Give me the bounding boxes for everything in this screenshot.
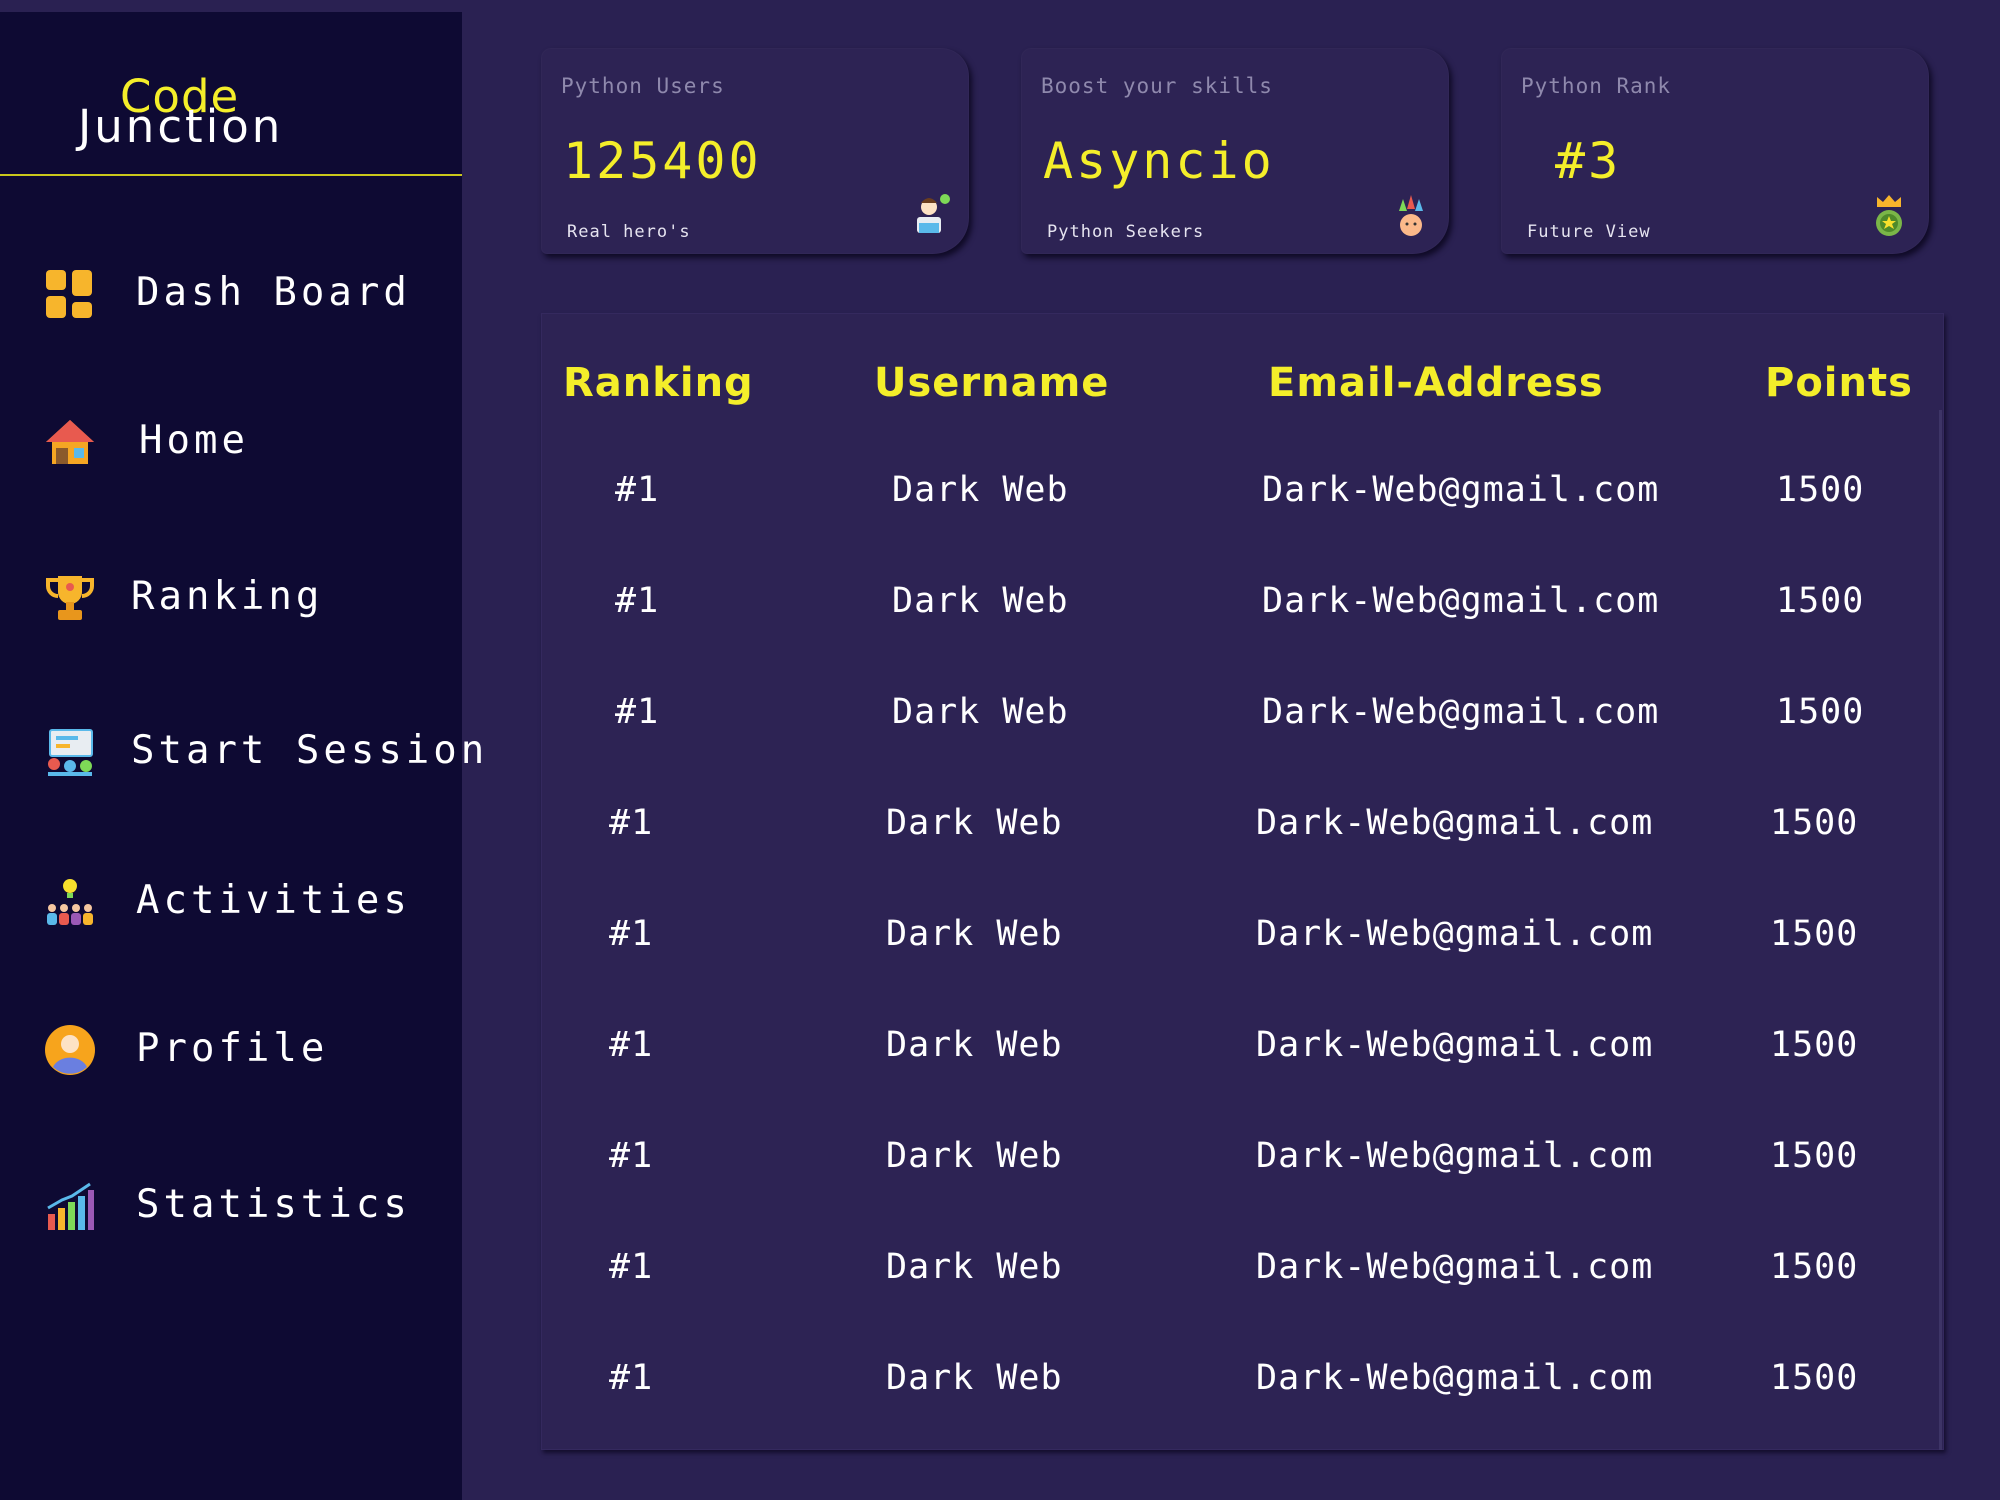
stat-card-boost-skills[interactable]: Boost your skills Asyncio Python Seekers bbox=[1021, 48, 1449, 254]
app-root: Code Junction Dash Board Home Ranking St… bbox=[0, 0, 2000, 1500]
cell-rank: #1 bbox=[615, 581, 660, 621]
card-title: Python Users bbox=[561, 74, 725, 98]
table-row[interactable]: #1 Dark Web Dark-Web@gmail.com 1500 bbox=[0, 1136, 2000, 1196]
stat-card-python-users[interactable]: Python Users 125400 Real hero's bbox=[541, 48, 969, 254]
table-row[interactable]: #1 Dark Web Dark-Web@gmail.com 1500 bbox=[0, 470, 2000, 530]
cell-username: Dark Web bbox=[886, 1247, 1063, 1287]
card-title: Python Rank bbox=[1521, 74, 1672, 98]
cell-rank: #1 bbox=[609, 803, 654, 843]
cell-username: Dark Web bbox=[886, 1136, 1063, 1176]
table-row[interactable]: #1 Dark Web Dark-Web@gmail.com 1500 bbox=[0, 1358, 2000, 1418]
cell-points: 1500 bbox=[1770, 1358, 1859, 1398]
cell-rank: #1 bbox=[609, 1025, 654, 1065]
card-title: Boost your skills bbox=[1041, 74, 1273, 98]
cell-username: Dark Web bbox=[892, 581, 1069, 621]
crown-medal-icon bbox=[1876, 195, 1902, 236]
cell-username: Dark Web bbox=[886, 803, 1063, 843]
sidebar-item-label: Home bbox=[139, 418, 249, 463]
cell-username: Dark Web bbox=[886, 1358, 1063, 1398]
card-subtitle: Python Seekers bbox=[1047, 222, 1205, 242]
dashboard-icon bbox=[46, 270, 92, 318]
cell-email: Dark-Web@gmail.com bbox=[1256, 1247, 1654, 1287]
card-subtitle: Real hero's bbox=[567, 222, 691, 242]
cell-email: Dark-Web@gmail.com bbox=[1256, 803, 1654, 843]
cell-email: Dark-Web@gmail.com bbox=[1256, 914, 1654, 954]
cell-email: Dark-Web@gmail.com bbox=[1262, 581, 1660, 621]
cell-points: 1500 bbox=[1770, 1247, 1859, 1287]
table-row[interactable]: #1 Dark Web Dark-Web@gmail.com 1500 bbox=[0, 1025, 2000, 1085]
cell-username: Dark Web bbox=[886, 1025, 1063, 1065]
home-icon bbox=[46, 420, 94, 464]
developer-icon bbox=[917, 194, 950, 233]
table-row[interactable]: #1 Dark Web Dark-Web@gmail.com 1500 bbox=[0, 1247, 2000, 1307]
table-row[interactable]: #1 Dark Web Dark-Web@gmail.com 1500 bbox=[0, 914, 2000, 974]
column-header-points: Points bbox=[1765, 360, 1913, 406]
card-subtitle: Future View bbox=[1527, 222, 1651, 242]
table-row[interactable]: #1 Dark Web Dark-Web@gmail.com 1500 bbox=[0, 581, 2000, 641]
cell-email: Dark-Web@gmail.com bbox=[1256, 1136, 1654, 1176]
cell-rank: #1 bbox=[609, 914, 654, 954]
cell-email: Dark-Web@gmail.com bbox=[1262, 470, 1660, 510]
card-value: 125400 bbox=[563, 132, 762, 190]
cell-points: 1500 bbox=[1776, 692, 1865, 732]
cell-points: 1500 bbox=[1770, 1136, 1859, 1176]
column-header-email: Email-Address bbox=[1268, 360, 1604, 406]
brand-line-2: Junction bbox=[78, 100, 284, 153]
cell-username: Dark Web bbox=[892, 470, 1069, 510]
table-row[interactable]: #1 Dark Web Dark-Web@gmail.com 1500 bbox=[0, 692, 2000, 752]
column-header-ranking: Ranking bbox=[563, 360, 754, 406]
cell-username: Dark Web bbox=[892, 692, 1069, 732]
stat-card-python-rank[interactable]: Python Rank #3 Future View bbox=[1501, 48, 1929, 254]
table-row[interactable]: #1 Dark Web Dark-Web@gmail.com 1500 bbox=[0, 803, 2000, 863]
cell-rank: #1 bbox=[609, 1136, 654, 1176]
cell-rank: #1 bbox=[615, 692, 660, 732]
sidebar-item-label: Dash Board bbox=[136, 270, 411, 315]
cell-rank: #1 bbox=[609, 1358, 654, 1398]
cell-points: 1500 bbox=[1776, 470, 1865, 510]
cell-points: 1500 bbox=[1770, 1025, 1859, 1065]
brand-logo[interactable]: Code Junction bbox=[0, 12, 462, 176]
cell-email: Dark-Web@gmail.com bbox=[1256, 1025, 1654, 1065]
growth-icon bbox=[1399, 195, 1423, 236]
cell-rank: #1 bbox=[609, 1247, 654, 1287]
card-value: Asyncio bbox=[1043, 132, 1275, 190]
card-value: #3 bbox=[1555, 132, 1622, 190]
cell-email: Dark-Web@gmail.com bbox=[1256, 1358, 1654, 1398]
cell-email: Dark-Web@gmail.com bbox=[1262, 692, 1660, 732]
cell-points: 1500 bbox=[1770, 803, 1859, 843]
cell-points: 1500 bbox=[1776, 581, 1865, 621]
cell-points: 1500 bbox=[1770, 914, 1859, 954]
cell-rank: #1 bbox=[615, 470, 660, 510]
column-header-username: Username bbox=[874, 360, 1110, 406]
cell-username: Dark Web bbox=[886, 914, 1063, 954]
sidebar-item-dashboard[interactable]: Dash Board bbox=[0, 248, 462, 338]
